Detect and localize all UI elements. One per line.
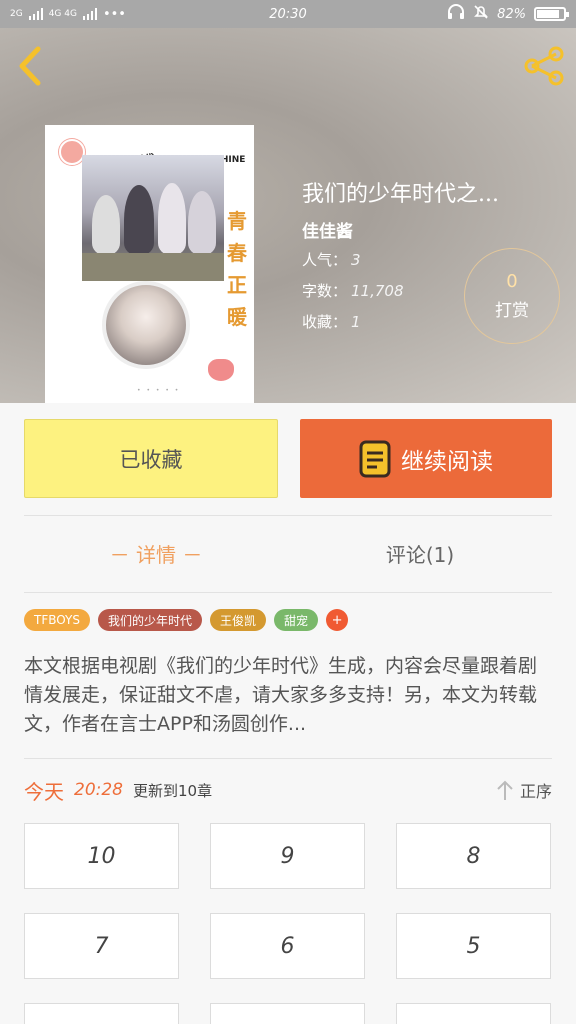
arrow-up-icon: [497, 780, 513, 800]
update-today: 今天: [24, 779, 64, 804]
divider: [24, 592, 552, 593]
status-bar: 2G 4G 4G ••• 20:30 82%: [0, 0, 576, 28]
popularity-row: 人气： 3: [302, 249, 361, 270]
book-header: 我们的少年时代 YOU ARE MY SUNSHINE 青春正暖 • • • •…: [0, 28, 576, 403]
add-tag-button[interactable]: +: [326, 609, 349, 631]
tip-count: 0: [506, 270, 518, 292]
chapter-button[interactable]: 4: [24, 1003, 179, 1024]
tip-label: 打赏: [495, 300, 529, 321]
continue-reading-button[interactable]: 继续阅读: [300, 419, 552, 498]
wordcount-row: 字数： 11,708: [302, 280, 404, 301]
chapter-button[interactable]: 8: [396, 823, 551, 889]
book-cover[interactable]: 我们的少年时代 YOU ARE MY SUNSHINE 青春正暖 • • • •…: [45, 125, 254, 403]
tag-tfboys[interactable]: TFBOYS: [24, 609, 90, 631]
favorites-row: 收藏： 1: [302, 311, 361, 332]
tag-sweet[interactable]: 甜宠: [274, 609, 319, 631]
popularity-value: 3: [351, 251, 361, 269]
signal-icon: [28, 8, 43, 20]
battery-percent: 82%: [497, 6, 526, 22]
signal-icon-2: [82, 8, 97, 20]
wordcount-value: 11,708: [351, 282, 404, 300]
book-title: 我们的少年时代之...: [302, 182, 499, 207]
headphone-icon: [447, 4, 465, 24]
tab-detail-label: － 详情 －: [109, 543, 203, 567]
favorites-value: 1: [351, 313, 361, 331]
favorites-label: 收藏：: [302, 313, 348, 331]
more-indicator: •••: [102, 6, 126, 22]
continue-reading-label: 继续阅读: [401, 448, 493, 475]
book-icon: [359, 440, 391, 477]
share-button[interactable]: [520, 42, 568, 90]
update-time: 20:28: [74, 780, 123, 800]
chapter-button[interactable]: 6: [210, 913, 365, 979]
cover-dots: • • • • •: [137, 387, 181, 394]
book-author[interactable]: 佳佳酱: [302, 217, 353, 242]
tab-comments-label: 评论(1): [385, 543, 455, 567]
tag-list: TFBOYS 我们的少年时代 王俊凯 甜宠 +: [24, 609, 349, 631]
back-button[interactable]: [10, 43, 50, 89]
status-right: 82%: [447, 4, 569, 24]
tag-drama[interactable]: 我们的少年时代: [98, 609, 203, 631]
cover-vertical-text: 青春正暖: [227, 209, 247, 329]
chevron-left-icon: [19, 46, 41, 86]
update-info: 今天 20:28 更新到10章 正序: [24, 772, 552, 808]
chapter-button[interactable]: 3: [210, 1003, 365, 1024]
cover-photo: [82, 155, 224, 281]
network-2g-label: 2G: [10, 8, 23, 19]
tab-comments[interactable]: 评论(1): [288, 516, 552, 591]
favorited-button[interactable]: 已收藏: [24, 419, 278, 498]
chapter-button[interactable]: 7: [24, 913, 179, 979]
cover-avatar: [102, 281, 190, 369]
wordcount-label: 字数：: [302, 282, 348, 300]
network-4g-label: 4G 4G: [48, 8, 77, 19]
favorited-label: 已收藏: [119, 447, 183, 472]
update-text: 更新到10章: [133, 781, 213, 800]
sort-label: 正序: [519, 782, 552, 801]
sort-button[interactable]: 正序: [496, 778, 552, 802]
mute-bell-icon: [473, 4, 489, 24]
chapter-grid: 10 9 8 7 6 5 4 3 2: [24, 823, 552, 1024]
cover-mascot-icon: [208, 359, 234, 381]
popularity-label: 人气：: [302, 251, 348, 269]
battery-icon: [534, 7, 569, 21]
tip-button[interactable]: 0 打赏: [464, 248, 560, 344]
chapter-button[interactable]: 9: [210, 823, 365, 889]
share-icon: [524, 46, 564, 86]
book-intro[interactable]: 本文根据电视剧《我们的少年时代》生成，内容会尽量跟着剧情发展走，保证甜文不虐，请…: [24, 652, 552, 739]
tab-detail[interactable]: － 详情 －: [24, 516, 288, 591]
status-left: 2G 4G 4G •••: [10, 7, 126, 22]
chapter-button[interactable]: 10: [24, 823, 179, 889]
tag-wangjunkai[interactable]: 王俊凯: [210, 609, 267, 631]
chapter-button[interactable]: 5: [396, 913, 551, 979]
chapter-button[interactable]: 2: [396, 1003, 551, 1024]
divider: [24, 758, 552, 759]
